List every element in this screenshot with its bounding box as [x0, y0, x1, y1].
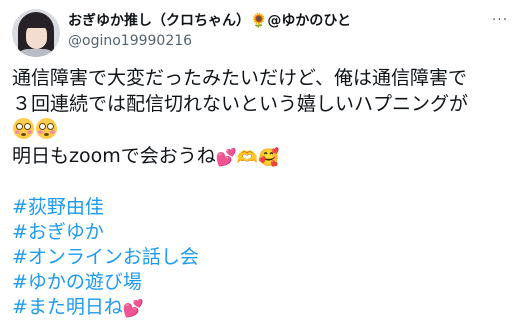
tweet-line-3-text: 明日もzoomで会おうね [12, 145, 216, 167]
author-handle[interactable]: @ogino19990216 [68, 32, 192, 50]
author-display-name[interactable]: おぎゆか推し（クロちゃん）🌻@ゆかのひと [68, 12, 351, 30]
hashtag-link[interactable]: #また明日ね [12, 296, 123, 318]
avatar-shoulders [14, 49, 58, 57]
tweet-last-line: #また明日ね💕 [12, 294, 517, 320]
hashtag-link[interactable]: #ゆかの遊び場 [12, 269, 517, 294]
hashtag-link[interactable]: #荻野由佳 [12, 194, 517, 219]
tweet-line-1: 通信障害で大変だったみたいだけど、俺は通信障害で [12, 67, 468, 89]
avatar-bangs [24, 19, 49, 28]
tweet-text: 通信障害で大変だったみたいだけど、俺は通信障害で ３回連続では配信切れないという… [12, 65, 517, 320]
hashtag-link[interactable]: #おぎゆか [12, 219, 517, 244]
smiling-face-with-hearts-icon: 🥰 [258, 148, 280, 168]
tweet-line-3: 明日もzoomで会おうね💕🫶🥰 [12, 143, 517, 169]
tweet-line-2: ３回連続では配信切れないという嬉しいハプニングが [12, 93, 469, 115]
more-options-button[interactable]: ··· [486, 10, 514, 32]
two-hearts-icon: 💕 [215, 148, 237, 168]
hashtag-link[interactable]: #オンラインお話し会 [12, 244, 517, 269]
flushed-face-icon [13, 118, 34, 139]
flushed-face-icon [36, 118, 57, 139]
tweet-card: おぎゆか推し（クロちゃん）🌻@ゆかのひと @ogino19990216 ··· … [0, 0, 527, 329]
two-hearts-icon: 💕 [122, 299, 145, 319]
tweet-line-emoji [12, 117, 517, 143]
avatar[interactable] [12, 9, 60, 57]
heart-hands-icon: 🫶 [236, 148, 259, 168]
